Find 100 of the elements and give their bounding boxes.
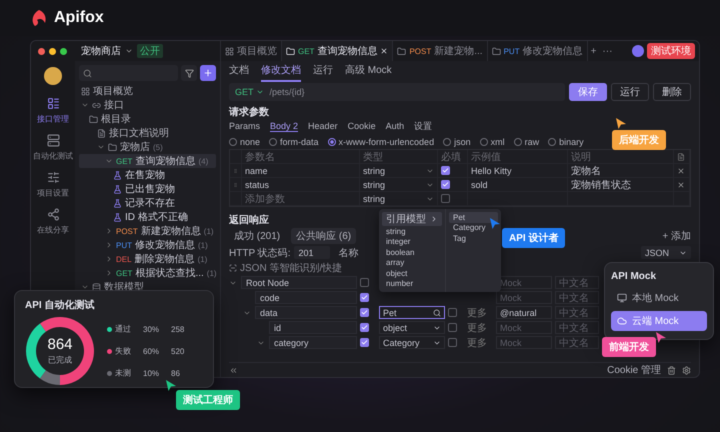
menu-item[interactable]: object (382, 268, 442, 278)
params-tab[interactable]: Params (229, 121, 260, 132)
checkbox[interactable] (448, 338, 457, 347)
cookie-button[interactable]: Cookie 管理 (607, 363, 661, 377)
name-field[interactable]: category (269, 336, 357, 349)
menu-item[interactable]: boolean (382, 247, 442, 258)
filter-button[interactable] (181, 65, 197, 81)
status-code-field[interactable]: 201 (294, 246, 330, 259)
nav-item[interactable]: 项目设置 (33, 171, 73, 200)
nav-item[interactable]: 接口管理 (33, 97, 73, 126)
name-field[interactable]: code (255, 291, 357, 304)
type-search-field[interactable]: Pet (379, 306, 445, 319)
checkbox[interactable] (448, 308, 457, 317)
nav-item[interactable]: 在线分享 (33, 208, 73, 237)
item-count: (1) (198, 254, 208, 264)
doc-tab[interactable]: 高级 Mock (345, 60, 392, 82)
type-select[interactable]: Category (379, 336, 445, 349)
menu-item[interactable]: number (382, 278, 442, 289)
menu-item[interactable]: integer (382, 236, 442, 247)
menu-item[interactable]: array (382, 258, 442, 268)
trash-icon[interactable] (667, 366, 676, 374)
menu-item[interactable]: 引用模型 (382, 212, 442, 226)
type-select[interactable]: string (360, 164, 438, 178)
checkbox[interactable] (360, 308, 369, 317)
search-field[interactable] (79, 65, 178, 81)
checkbox[interactable] (360, 323, 369, 332)
tree-item[interactable]: GET 根据状态查找... (1) (79, 266, 216, 280)
checkbox[interactable] (441, 166, 450, 175)
tree-item[interactable]: PUT 修改宠物信息 (1) (79, 238, 216, 252)
add-button[interactable] (200, 65, 216, 81)
tree-item-label: 修改宠物信息 (135, 238, 195, 252)
doc-tab[interactable]: 文档 (229, 60, 249, 82)
project-name[interactable]: 宠物商店 (81, 44, 121, 58)
type-select[interactable]: object (379, 321, 445, 334)
body-type-radio[interactable]: binary (548, 136, 584, 146)
close-window-icon[interactable] (38, 48, 45, 54)
more-tabs-button[interactable]: ··· (599, 46, 616, 56)
type-select[interactable]: string (360, 192, 438, 206)
folder-icon (108, 142, 117, 152)
tree-item[interactable]: 项目概览 (79, 84, 216, 98)
minimize-window-icon[interactable] (49, 48, 56, 54)
tree-item[interactable]: GET 查询宠物信息 (4) (79, 154, 216, 168)
tree-item[interactable]: 宠物店 (5) (79, 140, 216, 154)
action-button[interactable]: 删除 (653, 83, 691, 101)
tree-item[interactable]: ID 格式不正确 (79, 210, 216, 224)
mock-option[interactable]: 本地 Mock (611, 288, 707, 308)
url-field[interactable]: GET /pets/{id} (229, 83, 565, 101)
menu-item[interactable]: Tag (449, 233, 498, 244)
tree-item[interactable]: 接口 (79, 98, 216, 112)
body-type-radio[interactable]: none (229, 136, 260, 146)
name-field[interactable]: id (269, 321, 357, 334)
body-type-radio[interactable]: x-www-form-urlencoded (328, 136, 434, 146)
checkbox[interactable] (360, 338, 369, 347)
action-button[interactable]: 运行 (611, 83, 649, 101)
add-link[interactable]: + 添加 (662, 228, 691, 242)
type-select[interactable]: string (360, 178, 438, 192)
tree-item[interactable]: POST 新建宠物信息 (1) (79, 224, 216, 238)
tree-item-label: 根目录 (101, 112, 131, 126)
editor-tab[interactable]: GET 查询宠物信息 (282, 41, 394, 61)
doc-tab[interactable]: 运行 (313, 60, 333, 82)
checkbox[interactable] (360, 293, 369, 302)
body-type-radio[interactable]: raw (514, 136, 540, 146)
tree-item[interactable]: 已出售宠物 (79, 182, 216, 196)
editor-tab[interactable]: PUT 修改宠物信息 (488, 41, 588, 61)
mock-field[interactable]: @natural (496, 306, 552, 319)
name-field[interactable]: data (255, 306, 357, 319)
tree-item[interactable]: 接口文档说明 (79, 126, 216, 140)
format-select[interactable]: JSON (641, 246, 691, 259)
tree-item[interactable]: 记录不存在 (79, 196, 216, 210)
params-tab[interactable]: Auth (386, 121, 404, 132)
body-type-radio[interactable]: json (443, 136, 471, 146)
checkbox[interactable] (441, 194, 450, 203)
body-type-radio[interactable]: xml (480, 136, 505, 146)
collapse-icon[interactable] (229, 366, 238, 374)
response-tab[interactable]: 成功 (201) (229, 228, 286, 244)
menu-item[interactable]: Pet (449, 212, 498, 222)
environment-select[interactable]: 测试环境 (647, 43, 695, 59)
remove-icon[interactable] (677, 166, 685, 174)
body-type-radio[interactable]: form-data (269, 136, 319, 146)
editor-tab[interactable]: POST 新建宠物... (393, 41, 488, 61)
params-tab[interactable]: Body 2 (270, 121, 298, 132)
nav-item[interactable]: 自动化测试 (31, 134, 78, 163)
maximize-window-icon[interactable] (60, 48, 67, 54)
tree-item[interactable]: DEL 删除宠物信息 (1) (79, 252, 216, 266)
checkbox[interactable] (441, 180, 450, 189)
params-tab[interactable]: 设置 (414, 120, 432, 134)
checkbox[interactable] (448, 323, 457, 332)
tree-item[interactable]: 在售宠物 (79, 168, 216, 182)
close-icon[interactable] (380, 47, 388, 55)
name-field[interactable]: Root Node (241, 276, 357, 289)
checkbox[interactable] (360, 278, 369, 287)
tree-item[interactable]: 根目录 (79, 112, 216, 126)
settings-icon[interactable] (682, 366, 691, 374)
add-tab-button[interactable]: + (588, 46, 600, 56)
remove-icon[interactable] (677, 180, 685, 188)
response-tab[interactable]: 公共响应 (6) (291, 228, 356, 244)
import-hint[interactable]: JSON 等智能识别/快捷 (229, 261, 342, 275)
params-tab[interactable]: Header (308, 121, 338, 132)
params-tab[interactable]: Cookie (348, 121, 376, 132)
menu-item[interactable]: string (382, 226, 442, 236)
